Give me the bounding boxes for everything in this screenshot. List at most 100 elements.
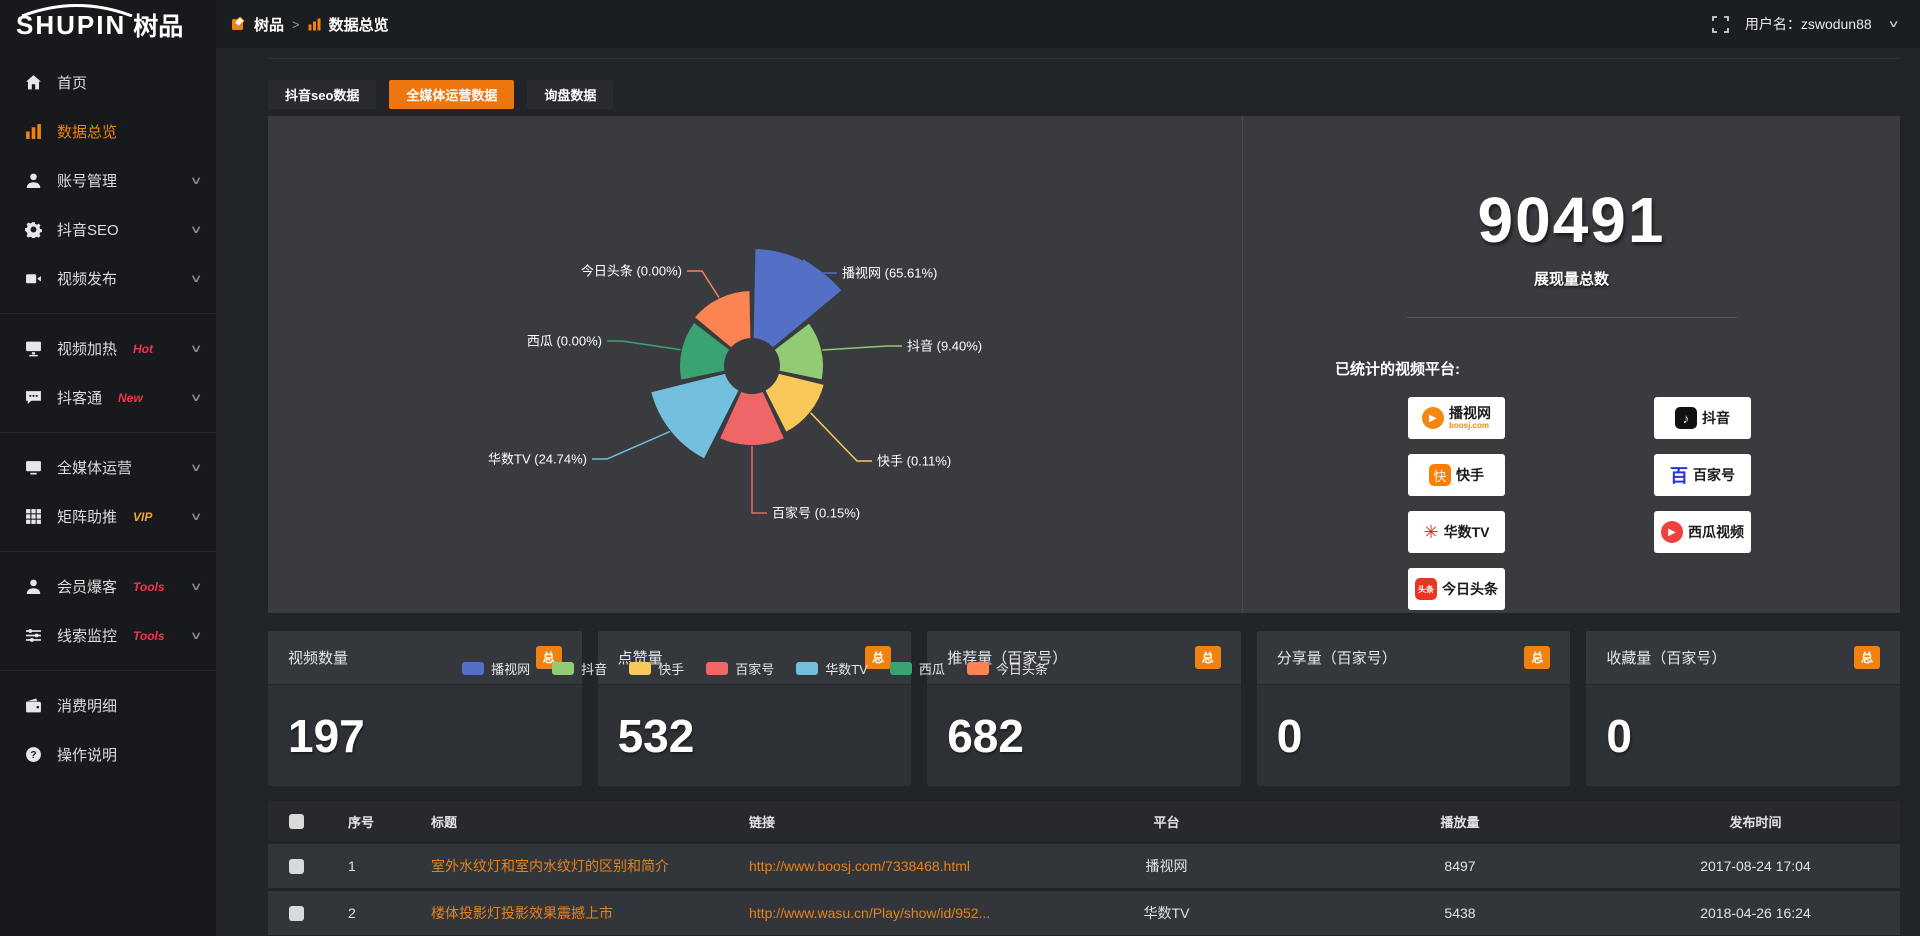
card-favorites: 收藏量（百家号）总 0 — [1586, 631, 1900, 786]
legend-label: 快手 — [658, 659, 684, 678]
screen-icon — [24, 459, 42, 477]
breadcrumb-separator: > — [292, 17, 300, 32]
wallet-icon — [24, 697, 42, 715]
nav-divider — [0, 551, 216, 552]
pie-label: 快手 (0.11%) — [877, 454, 951, 469]
sidebar-item-lead-monitor[interactable]: 线索监控 Tools ∨ — [0, 611, 216, 660]
breadcrumb-root[interactable]: 树品 — [254, 14, 284, 35]
platform-badge-douyin[interactable]: ♪ 抖音 — [1654, 397, 1751, 439]
video-title-link[interactable]: 楼体投影灯投影效果震撼上市 — [407, 903, 725, 923]
legend-item-百家号[interactable]: 百家号 — [706, 659, 774, 678]
hot-badge: Hot — [133, 342, 153, 356]
total-badge[interactable]: 总 — [1524, 646, 1550, 669]
tab-douyin-seo-data[interactable]: 抖音seo数据 — [268, 80, 376, 109]
pie-label: 西瓜 (0.00%) — [527, 334, 602, 349]
legend-item-华数TV[interactable]: 华数TV — [796, 659, 868, 678]
legend-item-西瓜[interactable]: 西瓜 — [890, 659, 945, 678]
legend-color-chip — [629, 662, 651, 675]
tab-inquiry-data[interactable]: 询盘数据 — [527, 80, 613, 109]
content-divider — [268, 58, 1900, 59]
sidebar-item-doketong[interactable]: 抖客通 New ∨ — [0, 373, 216, 422]
chart-panel: 播视网 (65.61%)抖音 (9.40%)快手 (0.11%)百家号 (0.1… — [268, 116, 1900, 613]
logo-cn-text: 树品 — [133, 7, 183, 43]
legend-item-今日头条[interactable]: 今日头条 — [967, 659, 1048, 678]
sidebar-item-data-overview[interactable]: 数据总览 — [0, 107, 216, 156]
select-all-checkbox[interactable] — [289, 814, 304, 829]
legend-color-chip — [967, 662, 989, 675]
breadcrumb: 树品 > 数据总览 — [232, 14, 389, 35]
svg-text:?: ? — [30, 750, 36, 761]
breadcrumb-current: 数据总览 — [329, 14, 389, 35]
new-badge: New — [118, 391, 143, 405]
chevron-down-icon: ∨ — [190, 580, 203, 593]
douyin-note-icon: ♪ — [1675, 407, 1697, 429]
shupin-crumb-icon — [232, 17, 246, 31]
pie-label: 今日头条 (0.00%) — [581, 264, 682, 279]
sidebar-item-member-burst[interactable]: 会员爆客 Tools ∨ — [0, 562, 216, 611]
legend-item-播视网[interactable]: 播视网 — [462, 659, 530, 678]
card-value: 0 — [1606, 709, 1632, 763]
total-badge[interactable]: 总 — [1854, 646, 1880, 669]
legend-item-快手[interactable]: 快手 — [629, 659, 684, 678]
platform-badge-kuaishou[interactable]: 快 快手 — [1408, 454, 1505, 496]
pie-slice-华数TV[interactable] — [650, 373, 740, 460]
summary-panel: 90491 展现量总数 已统计的视频平台: ▶ 播视网boosj.com ♪ 抖… — [1242, 116, 1900, 613]
username-label[interactable]: 用户名：zswodun88 — [1745, 14, 1872, 34]
bar-chart-icon — [24, 123, 42, 141]
card-value: 682 — [947, 709, 1024, 763]
sidebar-item-douyin-seo[interactable]: 抖音SEO ∨ — [0, 205, 216, 254]
legend-label: 百家号 — [735, 659, 774, 678]
legend-color-chip — [890, 662, 912, 675]
platform-badge-wasu[interactable]: ✳ 华数TV — [1408, 511, 1505, 553]
sidebar-item-matrix-boost[interactable]: 矩阵助推 VIP ∨ — [0, 492, 216, 541]
pie-label-line — [811, 413, 872, 461]
sidebar: SHUPIN 树品 首页 数据总览 账号管理 ∨ 抖音SEO ∨ — [0, 0, 216, 936]
chevron-down-icon[interactable]: ∨ — [1887, 19, 1899, 30]
grid-icon — [24, 508, 42, 526]
platform-badge-baijiahao[interactable]: 百 百家号 — [1654, 454, 1751, 496]
card-shares: 分享量（百家号）总 0 — [1257, 631, 1571, 786]
pie-chart-area: 播视网 (65.61%)抖音 (9.40%)快手 (0.11%)百家号 (0.1… — [268, 116, 1242, 613]
legend-color-chip — [706, 662, 728, 675]
platform-badge-xigua[interactable]: ▶ 西瓜视频 — [1654, 511, 1751, 553]
legend-color-chip — [462, 662, 484, 675]
video-table: 序号 标题 链接 平台 播放量 发布时间 1 室外水纹灯和室内水纹灯的区别和简介… — [268, 801, 1900, 936]
sidebar-item-consumption[interactable]: 消费明细 — [0, 681, 216, 730]
nav-divider — [0, 670, 216, 671]
pie-label: 抖音 (9.40%) — [907, 339, 982, 354]
nav-divider — [0, 432, 216, 433]
platform-badge-toutiao[interactable]: 头条 今日头条 — [1408, 568, 1505, 610]
row-checkbox[interactable] — [289, 859, 304, 874]
table-row: 2 楼体投影灯投影效果震撼上市 http://www.wasu.cn/Play/… — [268, 891, 1900, 935]
tab-omni-media-data[interactable]: 全媒体运营数据 — [389, 80, 514, 109]
row-checkbox[interactable] — [289, 906, 304, 921]
fullscreen-icon[interactable] — [1712, 16, 1729, 33]
home-icon — [24, 74, 42, 92]
sidebar-item-home[interactable]: 首页 — [0, 58, 216, 107]
pie-label-line — [592, 432, 670, 460]
legend-label: 西瓜 — [919, 659, 945, 678]
legend-item-抖音[interactable]: 抖音 — [552, 659, 607, 678]
sidebar-item-account[interactable]: 账号管理 ∨ — [0, 156, 216, 205]
topbar-right: 用户名：zswodun88 ∨ — [1712, 14, 1897, 34]
chevron-down-icon: ∨ — [190, 510, 203, 523]
platform-badge-boosj[interactable]: ▶ 播视网boosj.com — [1408, 397, 1505, 439]
sidebar-nav: 首页 数据总览 账号管理 ∨ 抖音SEO ∨ 视频发布 ∨ — [0, 50, 216, 779]
wasu-star-icon: ✳ — [1424, 522, 1439, 543]
pie-label: 百家号 (0.15%) — [772, 506, 860, 521]
video-url-link[interactable]: http://www.wasu.cn/Play/show/id/952... — [725, 905, 1024, 921]
logo[interactable]: SHUPIN 树品 — [0, 0, 216, 50]
sliders-icon — [24, 627, 42, 645]
sidebar-item-video-publish[interactable]: 视频发布 ∨ — [0, 254, 216, 303]
rose-pie-chart[interactable]: 播视网 (65.61%)抖音 (9.40%)快手 (0.11%)百家号 (0.1… — [268, 116, 1242, 656]
sidebar-item-video-heat[interactable]: 视频加热 Hot ∨ — [0, 324, 216, 373]
sidebar-item-help[interactable]: ? 操作说明 — [0, 730, 216, 779]
sidebar-item-omni-media[interactable]: 全媒体运营 ∨ — [0, 443, 216, 492]
content: 抖音seo数据 全媒体运营数据 询盘数据 播视网 (65.61%)抖音 (9.4… — [216, 48, 1920, 936]
chevron-down-icon: ∨ — [190, 391, 203, 404]
pie-label-line — [752, 446, 767, 513]
video-title-link[interactable]: 室外水纹灯和室内水纹灯的区别和简介 — [407, 856, 725, 876]
video-url-link[interactable]: http://www.boosj.com/7338468.html — [725, 858, 1024, 874]
baijiahao-icon: 百 — [1670, 462, 1688, 488]
chart-legend: 播视网 抖音 快手 百家号 华数TV 西瓜 今日头条 — [268, 659, 1242, 678]
